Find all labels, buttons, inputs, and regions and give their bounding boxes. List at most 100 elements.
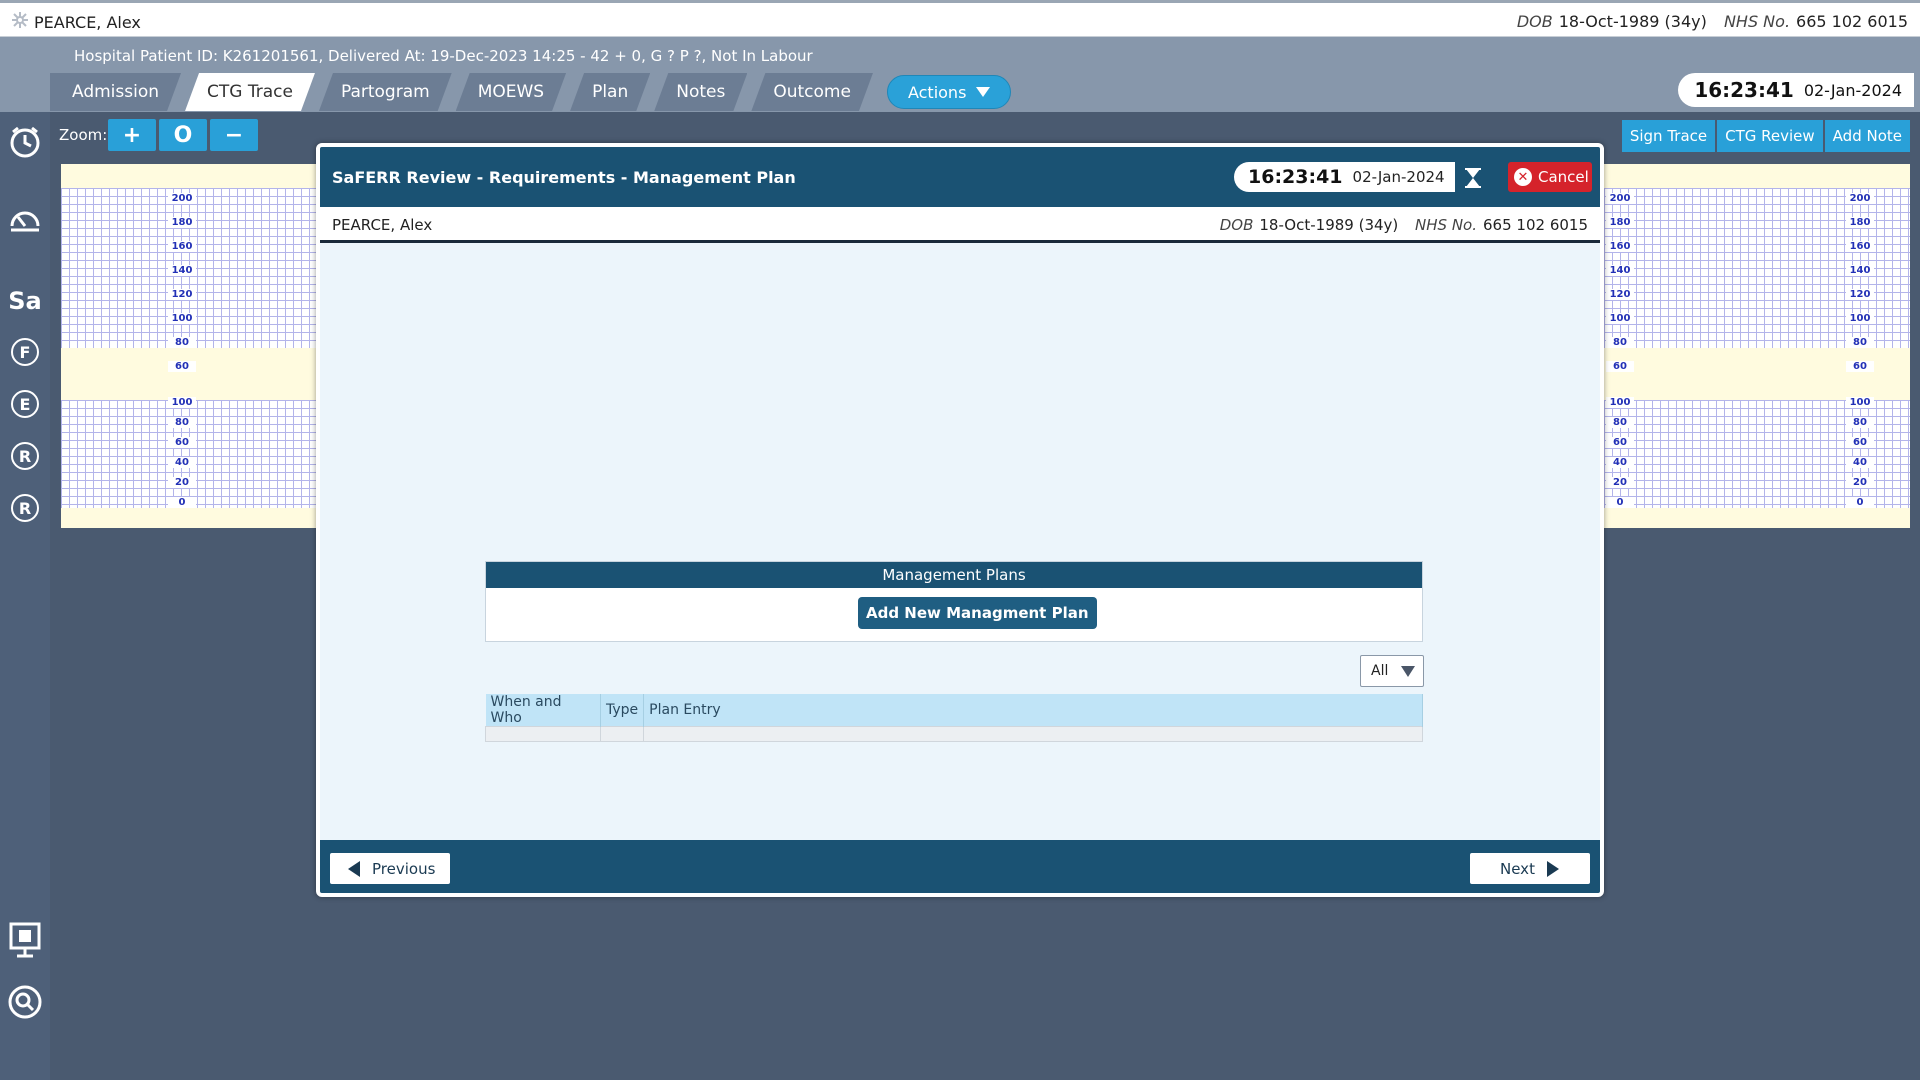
tab-plan[interactable]: Plan	[570, 73, 650, 111]
plans-table: When and Who Type Plan Entry	[485, 694, 1423, 742]
fhr-scale-label: 60	[1606, 361, 1634, 372]
modal-clock: 16:23:41 02-Jan-2024	[1234, 162, 1455, 192]
clock-icon[interactable]	[5, 122, 45, 162]
dob-label: DOB	[1516, 12, 1553, 31]
fhr-scale-label: 140	[168, 265, 196, 276]
toco-scale-label: 80	[1606, 417, 1634, 428]
plan-filter-select[interactable]: All	[1360, 655, 1424, 687]
add-management-plan-button[interactable]: Add New Managment Plan	[858, 597, 1097, 629]
zoom-out-button[interactable]: −	[210, 119, 258, 151]
nhs-value: 665 102 6015	[1483, 216, 1588, 234]
search-icon[interactable]	[5, 982, 45, 1022]
tab-moews[interactable]: MOEWS	[456, 73, 566, 111]
column-header-type[interactable]: Type	[600, 694, 645, 727]
hospital-line: Hospital Patient ID: K261201561, Deliver…	[74, 47, 813, 65]
column-header-when-and-who[interactable]: When and Who	[485, 694, 601, 727]
tab-partogram[interactable]: Partogram	[319, 73, 452, 111]
sidebar-item-r2[interactable]: R	[5, 488, 45, 528]
sidebar-label: E	[11, 390, 39, 418]
toco-scale-label: 0	[1606, 497, 1634, 508]
dashboard-alarm-icon[interactable]	[5, 200, 45, 240]
patient-name: PEARCE, Alex	[34, 12, 141, 32]
modal-body: Management Plans Add New Managment Plan …	[320, 243, 1600, 844]
toco-scale-label: 20	[168, 477, 196, 488]
fhr-scale-label: 60	[1846, 361, 1874, 372]
zoom-reset-button[interactable]: O	[159, 119, 207, 151]
patient-banner: PEARCE, Alex DOB 18-Oct-1989 (34y) NHS No…	[0, 0, 1920, 37]
chevron-left-icon	[348, 860, 360, 877]
toco-scale-label: 40	[1606, 457, 1634, 468]
column-header-plan-entry[interactable]: Plan Entry	[643, 694, 1423, 727]
fhr-scale-label: 60	[168, 361, 196, 372]
tab-ctg-trace[interactable]: CTG Trace	[185, 73, 315, 111]
patient-info: DOB 18-Oct-1989 (34y) NHS No. 665 102 6015	[1220, 216, 1588, 234]
toco-scale-label: 0	[1846, 497, 1874, 508]
fhr-scale-label: 80	[168, 337, 196, 348]
previous-label: Previous	[372, 859, 436, 878]
tab-outcome[interactable]: Outcome	[751, 73, 873, 111]
table-cell	[643, 726, 1423, 742]
sidebar-item-sa[interactable]: Sa	[5, 281, 45, 321]
next-label: Next	[1500, 859, 1535, 878]
trace-actions: Sign Trace CTG Review Add Note	[1621, 120, 1910, 152]
fhr-scale-label: 160	[168, 241, 196, 252]
clock-time: 16:23:41	[1248, 166, 1343, 188]
sidebar-item-f[interactable]: F	[5, 332, 45, 372]
toco-scale-label: 100	[1846, 397, 1874, 408]
dob-value: 18-Oct-1989 (34y)	[1558, 12, 1707, 31]
fhr-scale-label: 120	[1846, 289, 1874, 300]
dob-label: DOB	[1219, 216, 1254, 234]
add-note-button[interactable]: Add Note	[1824, 120, 1910, 152]
toco-scale-label: 0	[168, 497, 196, 508]
fhr-scale-label: 140	[1606, 265, 1634, 276]
sidebar-item-e[interactable]: E	[5, 384, 45, 424]
tab-label: Notes	[676, 82, 726, 102]
fhr-scale-label: 120	[168, 289, 196, 300]
nhs-value: 665 102 6015	[1796, 12, 1908, 31]
hourglass-icon[interactable]	[1462, 167, 1484, 189]
toco-scale-label: 40	[168, 457, 196, 468]
tab-label: CTG Trace	[207, 82, 293, 102]
gear-icon	[12, 12, 28, 32]
fhr-scale-label: 100	[168, 313, 196, 324]
fhr-scale-label: 180	[1606, 217, 1634, 228]
dob-value: 18-Oct-1989 (34y)	[1259, 216, 1399, 234]
toco-scale-label: 40	[1846, 457, 1874, 468]
tab-label: MOEWS	[477, 82, 545, 102]
close-icon: ✕	[1514, 168, 1532, 186]
next-button[interactable]: Next	[1470, 853, 1590, 884]
header-clock: 16:23:41 02-Jan-2024	[1678, 73, 1914, 107]
sidebar-label: F	[11, 338, 39, 366]
toco-scale-label: 100	[1606, 397, 1634, 408]
fhr-scale-label: 160	[1846, 241, 1874, 252]
clock-date: 02-Jan-2024	[1803, 80, 1902, 100]
fhr-scale-label: 180	[1846, 217, 1874, 228]
modal-footer: Previous Next	[320, 840, 1600, 893]
cancel-button[interactable]: ✕ Cancel	[1508, 162, 1592, 192]
actions-button[interactable]: Actions	[886, 75, 1012, 109]
nhs-label: NHS No.	[1723, 12, 1791, 31]
presentation-icon[interactable]	[5, 920, 45, 960]
zoom-label: Zoom:	[59, 126, 108, 144]
toco-scale-label: 20	[1846, 477, 1874, 488]
toco-scale-label: 20	[1606, 477, 1634, 488]
toco-scale-label: 100	[168, 397, 196, 408]
ctg-review-button[interactable]: CTG Review	[1717, 120, 1823, 152]
toco-scale-label: 80	[1846, 417, 1874, 428]
toco-scale-label: 60	[1606, 437, 1634, 448]
fhr-scale-label: 80	[1846, 337, 1874, 348]
chevron-down-icon	[1401, 666, 1415, 677]
fhr-scale-label: 120	[1606, 289, 1634, 300]
tab-notes[interactable]: Notes	[654, 73, 747, 111]
management-plans-panel: Management Plans Add New Managment Plan	[485, 561, 1423, 642]
management-plans-title: Management Plans	[486, 562, 1422, 588]
sidebar-item-r1[interactable]: R	[5, 436, 45, 476]
saferr-review-modal: SaFERR Review - Requirements - Managemen…	[316, 143, 1604, 897]
clock-date: 02-Jan-2024	[1352, 168, 1445, 186]
clock-time: 16:23:41	[1694, 78, 1794, 102]
sign-trace-button[interactable]: Sign Trace	[1621, 120, 1716, 152]
toco-scale-label: 80	[168, 417, 196, 428]
previous-button[interactable]: Previous	[330, 853, 450, 884]
zoom-in-button[interactable]: +	[108, 119, 156, 151]
tab-admission[interactable]: Admission	[50, 73, 181, 111]
